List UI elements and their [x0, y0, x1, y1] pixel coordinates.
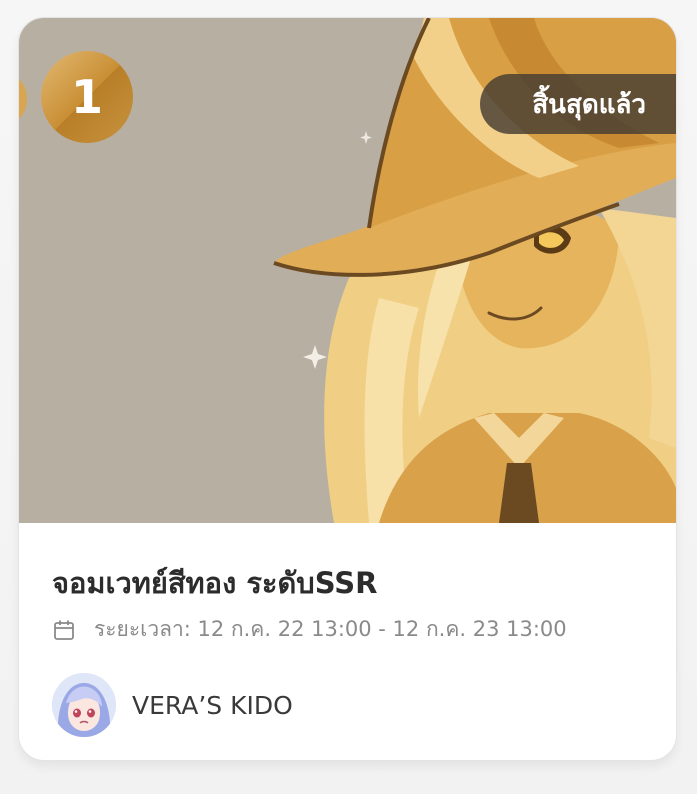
rank-number: 1	[70, 70, 103, 124]
author[interactable]: VERA’S KIDO	[52, 673, 293, 737]
event-period-text: ระยะเวลา: 12 ก.ค. 22 13:00 - 12 ก.ค. 23 …	[94, 617, 567, 641]
card-body: จอมเวทย์สีทอง ระดับSSR ระยะเวลา: 12 ก.ค.…	[19, 523, 676, 760]
card-title[interactable]: จอมเวทย์สีทอง ระดับSSR	[52, 560, 378, 606]
author-name[interactable]: VERA’S KIDO	[132, 691, 293, 720]
calendar-icon	[54, 620, 74, 640]
card[interactable]: 1 สิ้นสุดแล้ว จอมเวทย์สีทอง ระดับSSR ระย…	[18, 17, 677, 761]
rank-badge: 1	[41, 51, 133, 143]
status-badge: สิ้นสุดแล้ว	[480, 74, 676, 134]
author-avatar[interactable]	[52, 673, 116, 737]
card-cover-image[interactable]: 1 สิ้นสุดแล้ว	[19, 18, 676, 523]
event-period: ระยะเวลา: 12 ก.ค. 22 13:00 - 12 ก.ค. 23 …	[52, 613, 567, 646]
